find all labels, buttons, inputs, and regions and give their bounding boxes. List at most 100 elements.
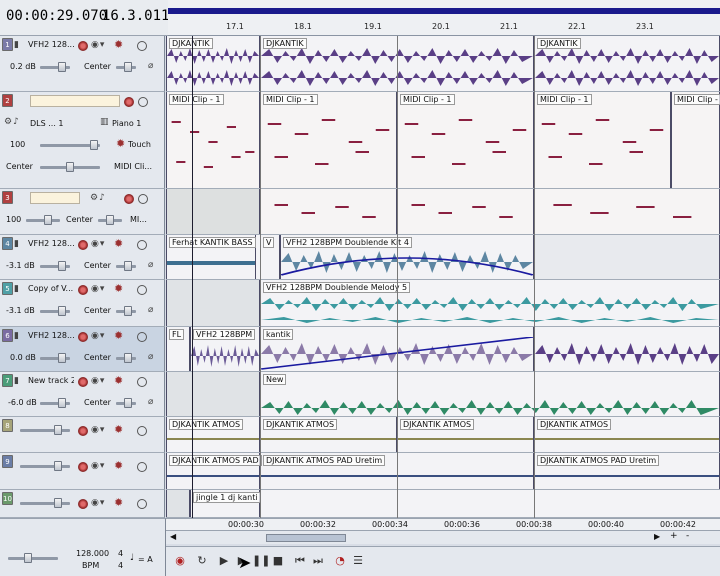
mute-icon[interactable]: [137, 240, 147, 250]
time-signature-bottom[interactable]: 4: [118, 561, 123, 570]
volume-knob[interactable]: [54, 461, 62, 471]
monitor-icon[interactable]: ◉▾: [91, 376, 105, 386]
tempo-value[interactable]: 128.000: [76, 549, 109, 558]
fx-gear-icon[interactable]: ✹: [114, 374, 123, 387]
midi-clip[interactable]: MIDI Clip - 1: [671, 92, 720, 188]
mute-icon[interactable]: [137, 285, 147, 295]
track-header-1[interactable]: 1 ▮ VFH2 128... ◉▾ ✹ 0.2 dB Center ⌀: [0, 36, 165, 92]
volume-slider[interactable]: [26, 219, 60, 222]
midi-clip[interactable]: MIDI Clip - 1: [534, 92, 671, 188]
volume-slider[interactable]: [20, 502, 70, 505]
track-header-8[interactable]: 8 ◉▾ ✹: [0, 417, 165, 453]
track-header-9[interactable]: 9 ◉▾ ✹: [0, 453, 165, 490]
horizontal-scrollbar[interactable]: ◀ ▶ + -: [166, 530, 720, 544]
track-header-3[interactable]: 3 ⚙♪ 100 Center MI...: [0, 189, 165, 235]
volume-knob[interactable]: [58, 353, 66, 363]
audio-clip[interactable]: Ferhat KANTIK BASS: [166, 235, 256, 279]
pan-knob[interactable]: [124, 398, 132, 408]
arm-record-icon[interactable]: [78, 240, 88, 250]
volume-knob[interactable]: [58, 62, 66, 72]
scroll-left-icon[interactable]: ◀: [170, 532, 176, 541]
audio-clip[interactable]: VFH2 128BPM: [190, 327, 260, 371]
arm-record-icon[interactable]: [78, 332, 88, 342]
mute-icon[interactable]: [138, 194, 148, 204]
track-header-10[interactable]: 10 ◉▾ ✹: [0, 490, 165, 518]
audio-clip[interactable]: DJKANTIK ATMOS: [166, 417, 260, 452]
fx-gear-icon[interactable]: ✹: [114, 496, 123, 509]
volume-slider[interactable]: [20, 429, 70, 432]
zoom-in-icon[interactable]: +: [670, 531, 678, 541]
monitor-icon[interactable]: ◉▾: [91, 498, 105, 508]
mute-icon[interactable]: [137, 41, 147, 51]
monitor-icon[interactable]: ◉▾: [91, 425, 105, 435]
mute-icon[interactable]: [138, 97, 148, 107]
volume-slider[interactable]: [20, 465, 70, 468]
mute-icon[interactable]: [137, 462, 147, 472]
time-signature-top[interactable]: 4: [118, 549, 123, 558]
track-lane-5[interactable]: VFH2 128BPM Doublende Melody 5: [166, 280, 720, 327]
track-lane-2[interactable]: MIDI Clip - 1 MIDI Clip - 1 MIDI Clip - …: [166, 92, 720, 189]
fx-gear-icon[interactable]: ✹: [114, 237, 123, 250]
audio-clip[interactable]: FL: [166, 327, 190, 371]
automation-icon[interactable]: ⌀: [148, 352, 154, 362]
track-name[interactable]: New track 2: [28, 376, 74, 388]
audio-clip[interactable]: [534, 327, 720, 371]
midi-clip[interactable]: MIDI Clip - 1: [166, 92, 260, 188]
monitor-icon[interactable]: ◉▾: [91, 40, 105, 50]
track-header-6[interactable]: 6 ▮ VFH2 128... ◉▾ ✹ 0.0 dB Center ⌀: [0, 327, 165, 372]
metronome-button[interactable]: ◔: [332, 553, 348, 569]
midi-clip[interactable]: [397, 189, 534, 234]
fx-gear-icon[interactable]: ✹: [114, 423, 123, 436]
arm-record-icon[interactable]: [78, 285, 88, 295]
mute-icon[interactable]: [137, 426, 147, 436]
arm-record-icon[interactable]: [124, 97, 134, 107]
midi-clip[interactable]: MIDI Clip - 1: [397, 92, 534, 188]
arm-record-icon[interactable]: [78, 426, 88, 436]
scroll-thumb[interactable]: [266, 534, 346, 542]
go-to-end-button[interactable]: ⏭: [310, 553, 326, 569]
key-value[interactable]: = A: [138, 555, 153, 564]
automation-icon[interactable]: ⌀: [148, 61, 154, 71]
volume-knob[interactable]: [58, 398, 66, 408]
volume-knob[interactable]: [54, 425, 62, 435]
monitor-icon[interactable]: ◉▾: [91, 461, 105, 471]
track-name[interactable]: [30, 192, 80, 204]
midi-output[interactable]: MIDI Cli...: [114, 162, 152, 171]
track-lane-4[interactable]: Ferhat KANTIK BASS V VFH2 128BPM Doublen…: [166, 235, 720, 280]
audio-clip[interactable]: VFH2 128BPM Doublende Melody 5: [260, 280, 720, 326]
scroll-right-icon[interactable]: ▶: [654, 532, 660, 541]
track-lane-3[interactable]: [166, 189, 720, 235]
automation-icon[interactable]: ⌀: [148, 397, 154, 407]
track-lane-8[interactable]: DJKANTIK ATMOS DJKANTIK ATMOS DJKANTIK A…: [166, 417, 720, 453]
volume-knob[interactable]: [90, 140, 98, 150]
midi-clip[interactable]: [260, 189, 397, 234]
monitor-icon[interactable]: ◉▾: [91, 284, 105, 294]
track-name[interactable]: [30, 95, 120, 107]
go-to-start-button[interactable]: ⏮: [292, 553, 308, 569]
pan-knob[interactable]: [124, 306, 132, 316]
arm-record-icon[interactable]: [78, 377, 88, 387]
midi-icon[interactable]: ⚙♪: [90, 193, 106, 203]
audio-clip[interactable]: VFH2 128BPM Doublende Kit 4: [280, 235, 534, 279]
track-lane-6[interactable]: FL VFH2 128BPM kantik: [166, 327, 720, 372]
pan-knob[interactable]: [124, 62, 132, 72]
audio-clip[interactable]: V: [260, 235, 280, 279]
loop-button[interactable]: ↻: [194, 553, 210, 569]
playhead-cursor[interactable]: [192, 36, 193, 518]
track-name[interactable]: Copy of V...: [28, 284, 74, 296]
fx-gear-icon[interactable]: ✹: [114, 282, 123, 295]
pan-knob[interactable]: [124, 261, 132, 271]
touch-mode[interactable]: Touch: [128, 140, 151, 149]
arm-record-icon[interactable]: [124, 194, 134, 204]
audio-clip[interactable]: DJKANTIK: [166, 36, 260, 91]
track-lane-1[interactable]: DJKANTIK DJKANTIK DJKANTIK: [166, 36, 720, 92]
tempo-knob[interactable]: [24, 553, 32, 563]
mute-icon[interactable]: [137, 332, 147, 342]
track-lane-9[interactable]: DJKANTIK ATMOS PAD DJKANTIK ATMOS PAD Ur…: [166, 453, 720, 490]
fx-gear-icon[interactable]: ✹: [116, 137, 125, 150]
pan-knob[interactable]: [124, 353, 132, 363]
volume-knob[interactable]: [58, 306, 66, 316]
track-lane-7[interactable]: New: [166, 372, 720, 417]
audio-clip[interactable]: DJKANTIK ATMOS: [397, 417, 534, 452]
automation-icon[interactable]: ⌀: [148, 260, 154, 270]
